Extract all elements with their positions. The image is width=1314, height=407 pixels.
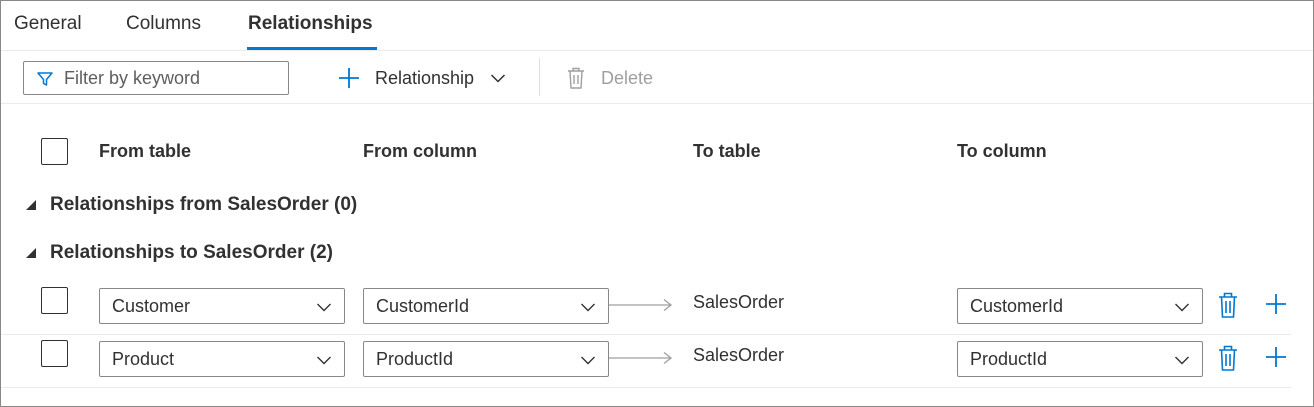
chevron-down-icon	[1175, 356, 1189, 365]
group-relationships-from[interactable]: Relationships from SalesOrder (0)	[25, 190, 357, 220]
from-table-value: Customer	[112, 296, 191, 316]
chevron-down-icon	[581, 303, 595, 312]
add-row-plus-icon[interactable]	[1265, 293, 1287, 315]
column-header-to-table: To table	[693, 141, 761, 161]
from-column-value: CustomerId	[376, 296, 470, 316]
plus-icon	[339, 68, 359, 88]
chevron-down-icon	[491, 74, 506, 83]
to-column-value: ProductId	[970, 349, 1048, 369]
row-checkbox[interactable]	[41, 287, 68, 314]
chevron-down-icon	[581, 356, 595, 365]
add-relationship-button[interactable]: Relationship	[337, 61, 506, 95]
tab-relationships[interactable]: Relationships	[248, 13, 373, 35]
from-column-dropdown[interactable]: CustomerId	[363, 288, 609, 324]
from-table-dropdown[interactable]: Customer	[99, 288, 345, 324]
relationships-panel: General Columns Relationships Relationsh…	[0, 0, 1314, 407]
tab-bar: General Columns Relationships	[1, 1, 1313, 51]
from-column-value: ProductId	[376, 349, 454, 369]
group-label: Relationships to SalesOrder (2)	[50, 242, 333, 263]
to-column-dropdown[interactable]: CustomerId	[957, 288, 1203, 324]
select-all-checkbox[interactable]	[41, 138, 68, 165]
to-column-value: CustomerId	[970, 296, 1064, 316]
toolbar-divider	[539, 58, 540, 96]
column-header-to-column: To column	[957, 141, 1047, 161]
delete-button-label: Delete	[601, 67, 654, 88]
from-table-dropdown[interactable]: Product	[99, 341, 345, 377]
delete-row-trash-icon[interactable]	[1217, 291, 1239, 319]
column-header-from-column: From column	[363, 141, 478, 161]
from-column-dropdown[interactable]: ProductId	[363, 341, 609, 377]
active-tab-indicator	[247, 47, 377, 50]
chevron-down-icon	[1175, 303, 1189, 312]
from-table-value: Product	[112, 349, 175, 369]
filter-box[interactable]	[23, 61, 289, 95]
group-label: Relationships from SalesOrder (0)	[50, 194, 358, 215]
relationship-button-label: Relationship	[375, 67, 475, 88]
delete-row-trash-icon[interactable]	[1217, 344, 1239, 372]
filter-input[interactable]	[64, 65, 284, 91]
tab-general[interactable]: General	[14, 13, 82, 35]
to-column-dropdown[interactable]: ProductId	[957, 341, 1203, 377]
arrow-right-icon	[609, 298, 673, 312]
caret-down-icon	[26, 200, 36, 210]
to-table-value: SalesOrder	[693, 345, 785, 365]
table-row: Customer CustomerId SalesOrder CustomerI…	[1, 282, 1291, 335]
arrow-right-icon	[609, 351, 673, 365]
trash-icon	[568, 67, 584, 89]
group-relationships-to[interactable]: Relationships to SalesOrder (2)	[25, 238, 333, 268]
to-table-value: SalesOrder	[693, 292, 785, 312]
add-row-plus-icon[interactable]	[1265, 346, 1287, 368]
column-header-from-table: From table	[99, 141, 192, 161]
filter-icon	[37, 72, 53, 86]
chevron-down-icon	[317, 356, 331, 365]
table-row: Product ProductId SalesOrder ProductId	[1, 335, 1291, 388]
caret-down-icon	[26, 248, 36, 258]
tab-columns[interactable]: Columns	[126, 13, 201, 35]
row-checkbox[interactable]	[41, 340, 68, 367]
table-header: From table From column To table To colum…	[1, 129, 1313, 173]
delete-button[interactable]: Delete	[565, 61, 653, 95]
chevron-down-icon	[317, 303, 331, 312]
toolbar: Relationship Delete	[1, 52, 1313, 104]
